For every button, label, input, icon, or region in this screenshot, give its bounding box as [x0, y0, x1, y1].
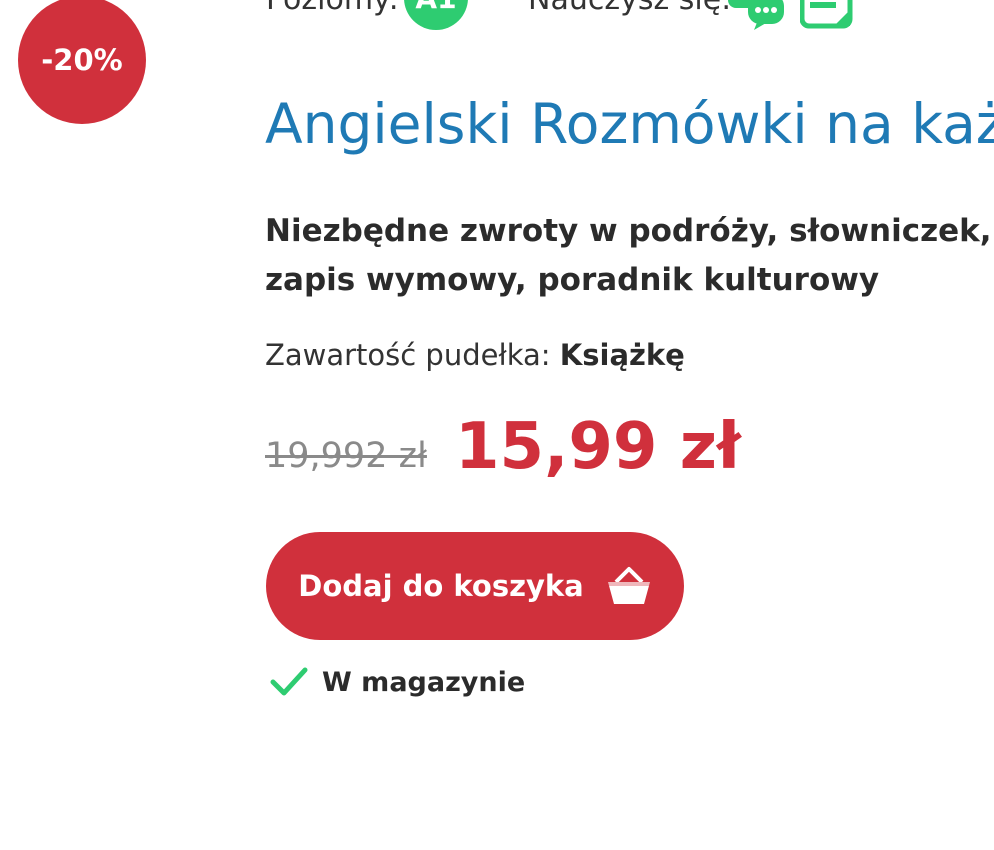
- level-badge: A1: [404, 0, 468, 30]
- vocabulary-icon: [800, 0, 853, 29]
- stock-label: W magazynie: [322, 666, 526, 698]
- basket-icon: [607, 567, 650, 604]
- old-price: 19,992 zł: [265, 436, 427, 476]
- learn-label: Nauczysz się:: [528, 0, 731, 20]
- box-contents-value: Książkę: [559, 338, 685, 372]
- product-title: Angielski Rozmówki na każdy wyjazd: [265, 92, 994, 156]
- product-page: -20% Poziomy: A1 Nauczysz się: Angielski…: [0, 0, 994, 850]
- check-icon: [270, 667, 308, 696]
- product-subtitle: Niezbędne zwroty w podróży, słowniczek, …: [265, 213, 992, 298]
- stock-status: W magazynie: [270, 660, 525, 704]
- add-to-cart-label: Dodaj do koszyka: [298, 569, 584, 603]
- conversation-icon: [728, 0, 784, 30]
- add-to-cart-button[interactable]: Dodaj do koszyka: [266, 532, 684, 640]
- level-badge-label: A1: [415, 0, 456, 15]
- discount-badge-label: -20%: [41, 43, 123, 77]
- levels-label: Poziomy:: [266, 0, 399, 20]
- discount-badge: -20%: [18, 0, 146, 124]
- current-price: 15,99 zł: [455, 410, 741, 484]
- box-contents: Zawartość pudełka: Książkę: [265, 335, 685, 375]
- box-contents-label: Zawartość pudełka:: [265, 338, 551, 372]
